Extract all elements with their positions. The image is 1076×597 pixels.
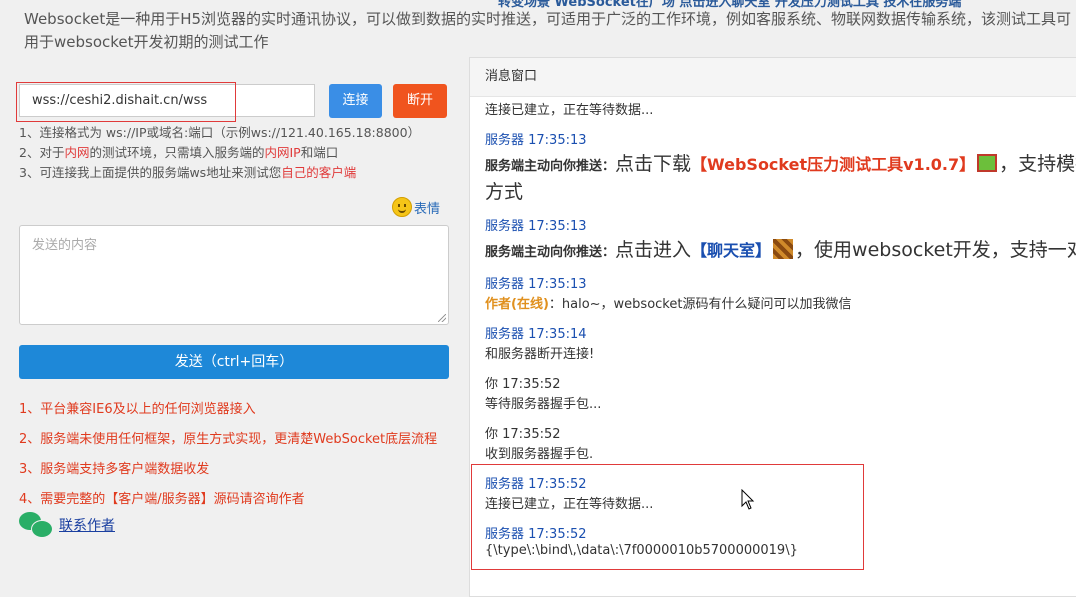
push-text: 点击下载: [615, 153, 692, 175]
feature-item: 4、需要完整的【客户端/服务器】源码请咨询作者: [19, 492, 305, 507]
message-window: 消息窗口 连接已建立，正在等待数据... 服务器 17:35:13 服务端主动向…: [469, 57, 1076, 597]
send-button[interactable]: 发送（ctrl+回车）: [19, 345, 449, 379]
emoji-label: 表情: [414, 201, 441, 217]
message-sender: 服务器 17:35:13: [485, 133, 587, 148]
note-3-b: 自己的客户端: [281, 165, 357, 180]
push-prefix: 服务端主动向你推送：: [485, 245, 616, 260]
feature-item: 3、服务端支持多客户端数据收发: [19, 462, 210, 477]
message-text: 连接已建立，正在等待数据...: [485, 103, 654, 118]
intro-text: Websocket是一种用于H5浏览器的实时通讯协议，可以做到数据的实时推送，可…: [24, 10, 1072, 51]
message-sender: 你 17:35:52: [485, 427, 561, 442]
push-text: 点击进入: [615, 239, 692, 261]
chatroom-link[interactable]: 【聊天室】: [691, 241, 771, 260]
resize-grip-icon[interactable]: [438, 314, 446, 322]
note-3: 3、可连接我上面提供的服务端ws地址来测试您自己的客户端: [19, 163, 420, 183]
push-text: ，使用websocket开发，支持一对: [795, 239, 1076, 261]
message-text: 服务端主动向你推送：点击下载【WebSocket压力测试工具v1.0.7】 ，支持…: [485, 149, 1076, 176]
note-2-b: 内网: [64, 145, 90, 160]
message-placeholder: 发送的内容: [32, 238, 98, 253]
emoji-button[interactable]: 表情: [392, 197, 440, 217]
download-tool-link[interactable]: 【WebSocket压力测试工具v1.0.7】: [691, 155, 975, 174]
push-text: 方式: [485, 181, 524, 203]
message-sender: 你 17:35:52: [485, 377, 561, 392]
message-text: 收到服务器握手包.: [485, 447, 594, 462]
message-sender: 服务器 17:35:13: [485, 277, 587, 292]
note-2-a: 2、对于: [19, 145, 65, 160]
mouse-cursor-icon: [741, 489, 755, 510]
chatroom-icon: [773, 239, 794, 259]
gift-icon: [977, 154, 998, 172]
author-label: 作者(在线): [485, 297, 549, 312]
message-sender: 服务器 17:35:52: [485, 527, 587, 542]
message-text: 等待服务器握手包...: [485, 397, 602, 412]
message-sender: 服务器 17:35:52: [485, 477, 587, 492]
message-text: 服务端主动向你推送：点击进入【聊天室】 ，使用websocket开发，支持一对: [485, 235, 1076, 262]
note-1: 1、连接格式为 ws://IP或域名:端口（示例ws://121.40.165.…: [19, 125, 421, 140]
message-text: 和服务器断开连接!: [485, 347, 595, 362]
note-3-a: 3、可连接我上面提供的服务端ws地址来测试您: [19, 165, 282, 180]
connect-button[interactable]: 连接: [329, 84, 382, 118]
message-text: 连接已建立，正在等待数据...: [485, 497, 654, 512]
feature-list: 1、平台兼容IE6及以上的任何浏览器接入 2、服务端未使用任何框架，原生方式实现…: [19, 395, 437, 515]
push-text: ，支持模拟多: [999, 153, 1076, 175]
connection-notes: 1、连接格式为 ws://IP或域名:端口（示例ws://121.40.165.…: [19, 123, 420, 183]
push-prefix: 服务端主动向你推送：: [485, 159, 616, 174]
message-text: {\type\:\bind\,\data\:\7f0000010b5700000…: [485, 543, 798, 558]
message-sender: 服务器 17:35:13: [485, 219, 587, 234]
feature-item: 1、平台兼容IE6及以上的任何浏览器接入: [19, 402, 256, 417]
disconnect-button[interactable]: 断开: [393, 84, 447, 118]
message-window-title: 消息窗口: [470, 58, 1076, 97]
message-sender: 服务器 17:35:14: [485, 327, 587, 342]
message-text: 作者(在线)：halo~，websocket源码有什么疑问可以加我微信: [485, 293, 851, 312]
note-2: 2、对于内网的测试环境，只需填入服务端的内网IP和端口: [19, 143, 420, 163]
note-2-c: 的测试环境，只需填入服务端的: [89, 145, 265, 160]
feature-item: 2、服务端未使用任何框架，原生方式实现，更清楚WebSocket底层流程: [19, 432, 438, 447]
wechat-icon: [19, 512, 53, 538]
note-2-e: 和端口: [300, 145, 339, 160]
author-text: ：halo~，websocket源码有什么疑问可以加我微信: [548, 297, 852, 312]
contact-author[interactable]: 联系作者: [19, 512, 115, 538]
message-textarea[interactable]: 发送的内容: [19, 225, 449, 325]
server-url-input[interactable]: wss://ceshi2.dishait.cn/wss: [19, 84, 315, 117]
contact-author-link[interactable]: 联系作者: [59, 515, 115, 535]
note-2-d: 内网IP: [264, 145, 301, 160]
smiley-icon: [392, 197, 412, 217]
